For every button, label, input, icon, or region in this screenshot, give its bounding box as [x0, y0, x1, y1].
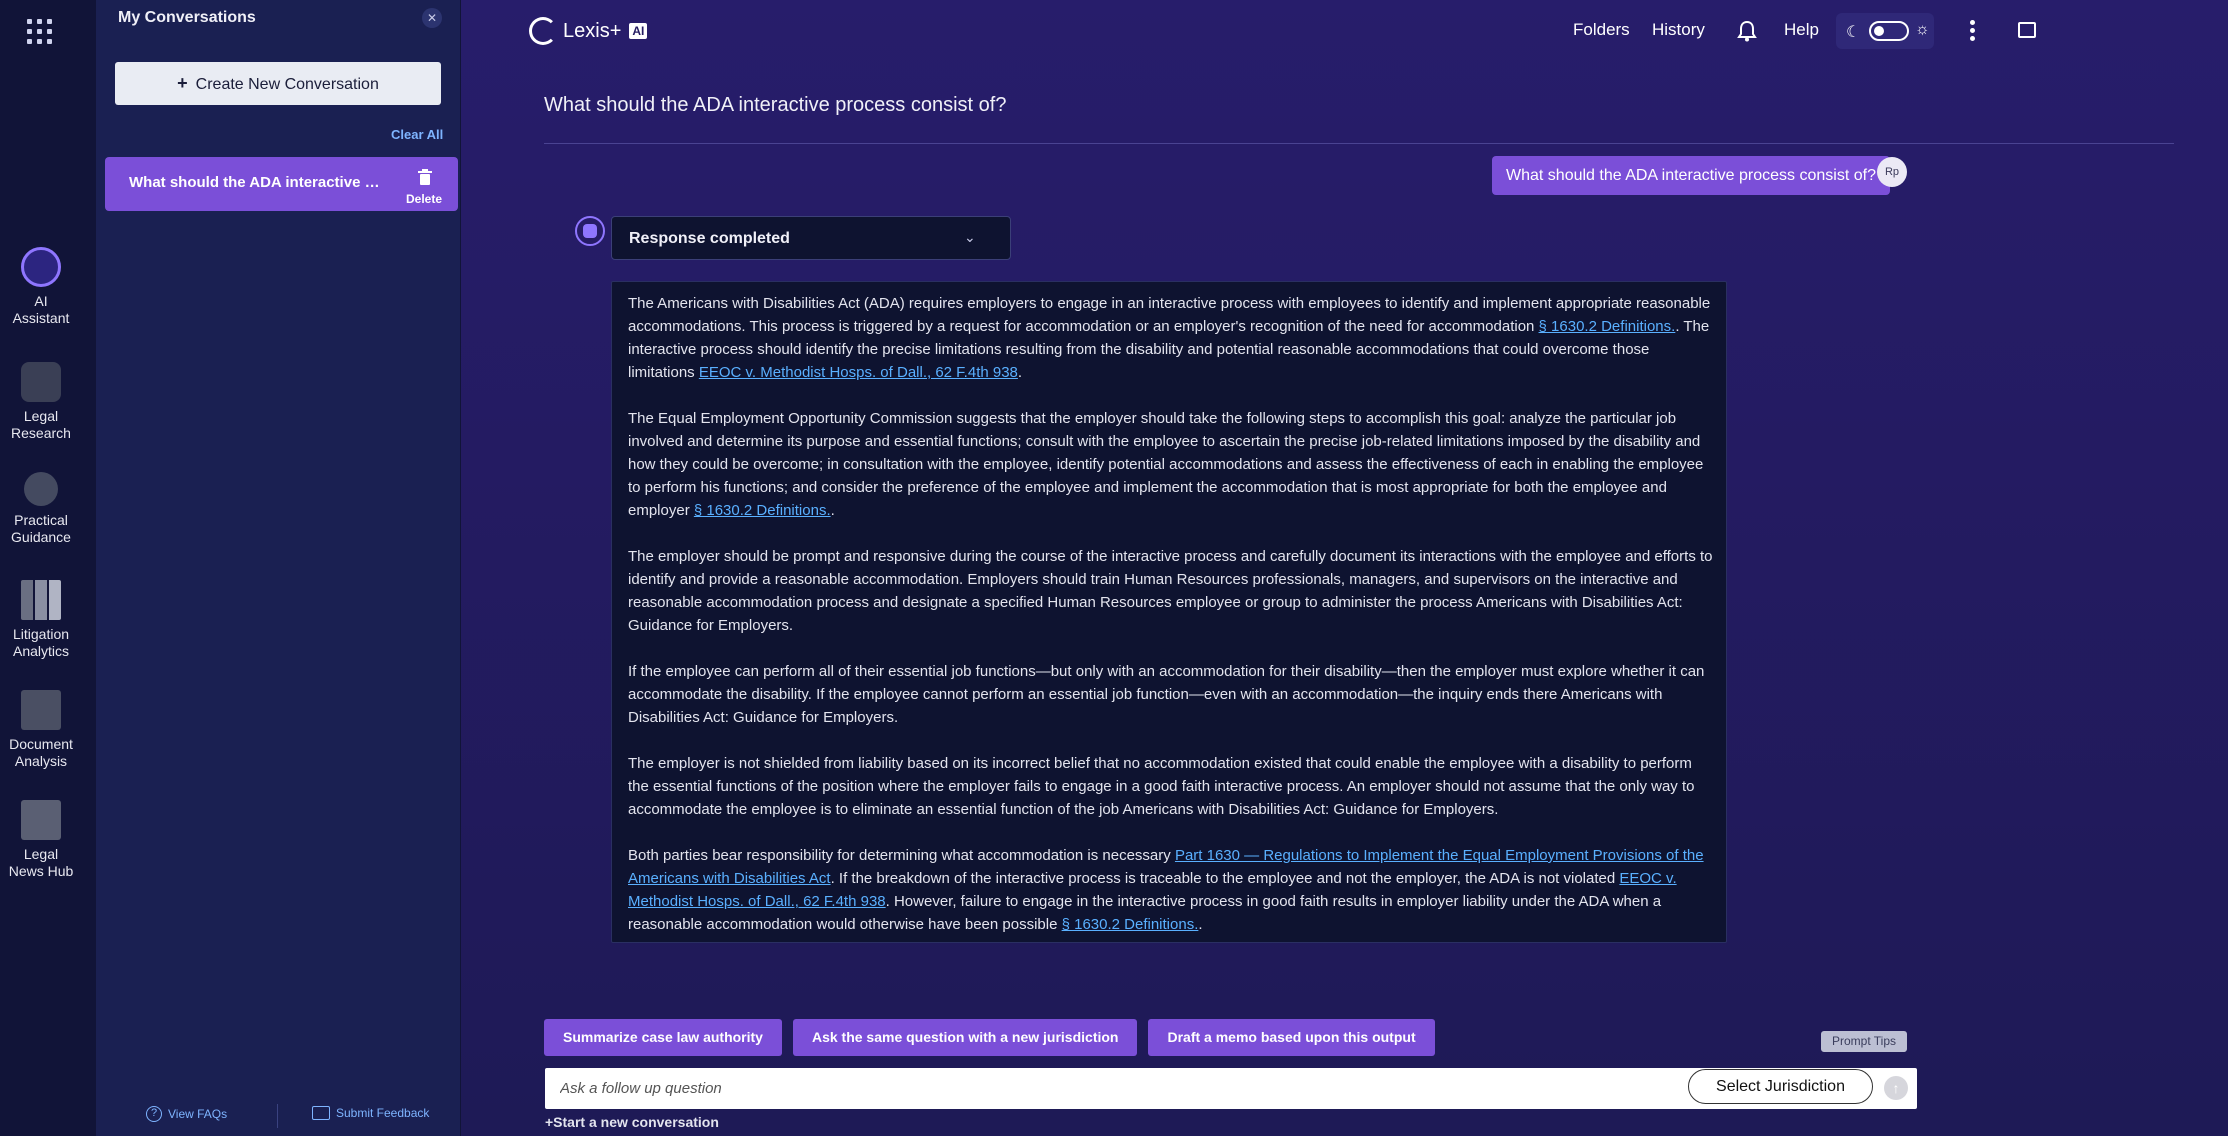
lexis-logo[interactable]: Lexis+ AI: [529, 17, 648, 45]
rail-item-practical-guidance[interactable]: Practical Guidance: [0, 472, 82, 546]
trash-icon[interactable]: [417, 168, 433, 186]
rail-item-label: AI Assistant: [12, 293, 70, 326]
close-icon[interactable]: ✕: [422, 8, 442, 28]
response-status-dropdown[interactable]: Response completed ⌄: [611, 216, 1011, 260]
rail-item-ai-assistant[interactable]: AI Assistant: [0, 247, 82, 327]
response-text: . If the breakdown of the interactive pr…: [830, 870, 1620, 887]
rail-item-litigation-analytics[interactable]: Litigation Analytics: [0, 580, 82, 660]
main-area: Lexis+ AI Folders History Help ☾ ☼ What …: [461, 0, 2228, 1136]
start-new-conversation-link[interactable]: +Start a new conversation: [545, 1114, 719, 1130]
litigation-analytics-icon: [21, 580, 61, 620]
response-paragraph: Both parties bear responsibility for det…: [628, 844, 1716, 936]
rail-item-legal-research[interactable]: Legal Research: [0, 362, 82, 442]
send-icon[interactable]: ↑: [1884, 1076, 1908, 1100]
rail-item-legal-news-hub[interactable]: Legal News Hub: [0, 800, 82, 880]
delete-label[interactable]: Delete: [406, 192, 442, 206]
sun-icon: ☼: [1915, 21, 1930, 38]
rail-item-label: Practical Guidance: [11, 512, 71, 545]
conversation-item[interactable]: What should the ADA interactive process …: [105, 157, 458, 211]
theme-switch[interactable]: [1869, 21, 1909, 41]
chip-summarize-case-law[interactable]: Summarize case law authority: [544, 1019, 782, 1056]
present-icon[interactable]: [2018, 22, 2036, 38]
citation-link[interactable]: § 1630.2 Definitions.: [1539, 318, 1676, 335]
select-jurisdiction-button[interactable]: Select Jurisdiction: [1688, 1069, 1873, 1104]
avatar[interactable]: Rp: [1877, 157, 1907, 187]
top-bar: Lexis+ AI Folders History Help ☾ ☼: [461, 0, 2228, 62]
conversation-title: What should the ADA interactive process …: [544, 94, 1007, 116]
conversations-panel: My Conversations ✕ + Create New Conversat…: [96, 0, 460, 1136]
theme-toggle: ☾ ☼: [1836, 13, 1934, 49]
user-message: What should the ADA interactive process …: [1492, 156, 1890, 195]
panel-footer: ? View FAQs Submit Feedback: [96, 1104, 460, 1134]
chip-new-jurisdiction[interactable]: Ask the same question with a new jurisdi…: [792, 1019, 1138, 1056]
feedback-icon: [312, 1106, 330, 1120]
plus-icon: +: [177, 73, 188, 93]
create-conversation-button[interactable]: + Create New Conversation: [115, 62, 441, 105]
brand-name: Lexis+: [563, 19, 622, 42]
citation-link[interactable]: § 1630.2 Definitions.: [694, 502, 831, 519]
legal-news-hub-icon: [21, 800, 61, 840]
ai-badge: AI: [629, 23, 648, 39]
response-text: Both parties bear responsibility for det…: [628, 847, 1175, 864]
response-text: .: [1198, 916, 1203, 933]
citation-link[interactable]: § 1630.2 Definitions.: [1062, 916, 1199, 933]
legal-research-icon: [21, 362, 61, 402]
ai-assistant-avatar-icon: [575, 216, 605, 246]
rail-item-label: Legal Research: [11, 408, 71, 441]
prompt-tips-button[interactable]: Prompt Tips: [1821, 1031, 1908, 1052]
citation-link[interactable]: EEOC v. Methodist Hosps. of Dall., 62 F.…: [699, 364, 1018, 381]
view-faqs-link[interactable]: ? View FAQs: [146, 1106, 227, 1122]
app-rail: AI Assistant Legal Research Practical Gu…: [0, 0, 96, 1136]
response-body: The Americans with Disabilities Act (ADA…: [611, 281, 1727, 943]
moon-icon: ☾: [1846, 24, 1861, 41]
ai-assistant-icon: [21, 247, 61, 287]
response-paragraph: The Equal Employment Opportunity Commiss…: [628, 407, 1716, 522]
rail-item-label: Document Analysis: [9, 736, 73, 769]
footer-divider: [277, 1104, 278, 1128]
create-conversation-label: Create New Conversation: [195, 76, 379, 93]
response-text: .: [1017, 364, 1023, 381]
chip-draft-memo[interactable]: Draft a memo based upon this output: [1148, 1019, 1435, 1056]
conversation-title: What should the ADA interactive process …: [129, 174, 381, 191]
question-circle-icon: ?: [146, 1106, 162, 1122]
divider: [544, 143, 2174, 144]
response-paragraph: The employer should be prompt and respon…: [628, 548, 1713, 634]
ask-box: Select Jurisdiction ↑: [545, 1068, 1917, 1109]
apps-grid-icon[interactable]: [27, 19, 53, 45]
chevron-down-icon: ⌄: [964, 229, 976, 245]
response-status: Response completed: [629, 230, 790, 247]
suggestion-chips: Summarize case law authority Ask the sam…: [544, 1019, 1435, 1056]
nav-history[interactable]: History: [1652, 20, 1705, 40]
submit-feedback-label: Submit Feedback: [336, 1106, 430, 1120]
submit-feedback-link[interactable]: Submit Feedback: [312, 1106, 429, 1120]
practical-guidance-icon: [24, 472, 58, 506]
follow-up-input[interactable]: [560, 1068, 1660, 1109]
response-text: .: [830, 502, 835, 519]
response-paragraph: If the employee can perform all of their…: [628, 663, 1705, 726]
clear-all-link[interactable]: Clear All: [391, 127, 443, 142]
nav-help[interactable]: Help: [1784, 20, 1819, 40]
bell-icon[interactable]: [1737, 20, 1757, 42]
response-paragraph: The Americans with Disabilities Act (ADA…: [628, 292, 1716, 384]
nav-folders[interactable]: Folders: [1573, 20, 1630, 40]
rail-item-label: Litigation Analytics: [12, 626, 70, 659]
rail-item-document-analysis[interactable]: Document Analysis: [0, 690, 82, 770]
more-options-icon[interactable]: [1970, 20, 1976, 42]
document-analysis-icon: [21, 690, 61, 730]
rail-item-label: Legal News Hub: [8, 846, 74, 879]
view-faqs-label: View FAQs: [168, 1107, 228, 1121]
panel-title: My Conversations: [118, 9, 256, 26]
response-paragraph: The employer is not shielded from liabil…: [628, 755, 1695, 818]
lexis-logo-icon: [529, 17, 557, 45]
